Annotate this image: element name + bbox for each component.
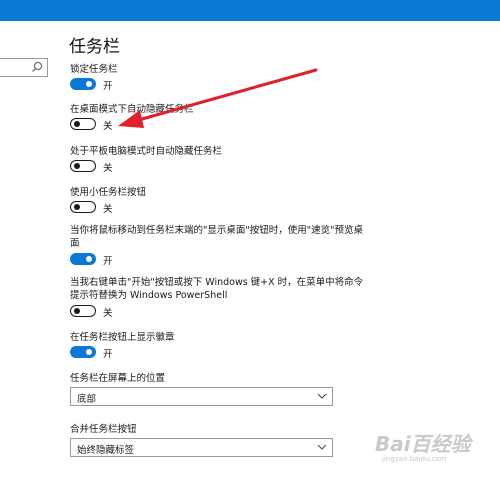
watermark-url: jingyan.baidu.com [382, 455, 447, 463]
autohide-tablet-label: 处于平板电脑模式时自动隐藏任务栏 [70, 146, 223, 157]
small-buttons-state: 关 [103, 204, 113, 215]
search-input[interactable] [0, 58, 48, 77]
watermark-logo: Bai百经验 [375, 432, 471, 456]
combine-buttons-select[interactable]: 始终隐藏标签 [70, 438, 333, 457]
toggle-knob [86, 256, 92, 262]
badges-state: 开 [103, 349, 113, 360]
small-buttons-label: 使用小任务栏按钮 [70, 187, 147, 198]
lock-taskbar-toggle[interactable] [70, 78, 96, 90]
toggle-knob [74, 120, 80, 127]
powershell-label: 当我右键单击"开始"按钮或按下 Windows 键+X 时，在菜单中将命令提示符… [70, 277, 364, 301]
powershell-state: 关 [103, 308, 113, 319]
combine-buttons-value: 始终隐藏标签 [77, 445, 135, 456]
chevron-down-icon [317, 393, 327, 399]
peek-state: 开 [103, 256, 113, 267]
taskbar-position-value: 底部 [77, 394, 97, 405]
lock-taskbar-label: 锁定任务栏 [70, 64, 118, 75]
toggle-knob [74, 307, 80, 314]
powershell-toggle[interactable] [70, 305, 96, 317]
toggle-knob [86, 349, 92, 355]
title-bar [0, 0, 500, 21]
taskbar-position-select[interactable]: 底部 [70, 387, 333, 406]
page-title: 任务栏 [69, 37, 120, 57]
autohide-tablet-toggle[interactable] [70, 160, 96, 172]
small-buttons-toggle[interactable] [70, 201, 96, 213]
search-icon [32, 62, 42, 72]
peek-toggle[interactable] [70, 253, 96, 265]
taskbar-position-label: 任务栏在屏幕上的位置 [70, 373, 166, 384]
lock-taskbar-state: 开 [103, 81, 113, 92]
autohide-tablet-state: 关 [103, 163, 113, 174]
toggle-knob [86, 81, 92, 87]
chevron-down-icon [317, 444, 327, 450]
autohide-desktop-label: 在桌面模式下自动隐藏任务栏 [70, 104, 194, 115]
badges-label: 在任务栏按钮上显示徽章 [70, 332, 175, 343]
toggle-knob [74, 203, 80, 210]
badges-toggle[interactable] [70, 346, 96, 358]
peek-label: 当你将鼠标移动到任务栏末端的"显示桌面"按钮时，使用"速览"预览桌面 [70, 225, 363, 249]
combine-buttons-label: 合并任务栏按钮 [70, 424, 137, 435]
autohide-desktop-toggle[interactable] [70, 118, 96, 130]
autohide-desktop-state: 关 [103, 121, 113, 132]
toggle-knob [74, 162, 80, 169]
